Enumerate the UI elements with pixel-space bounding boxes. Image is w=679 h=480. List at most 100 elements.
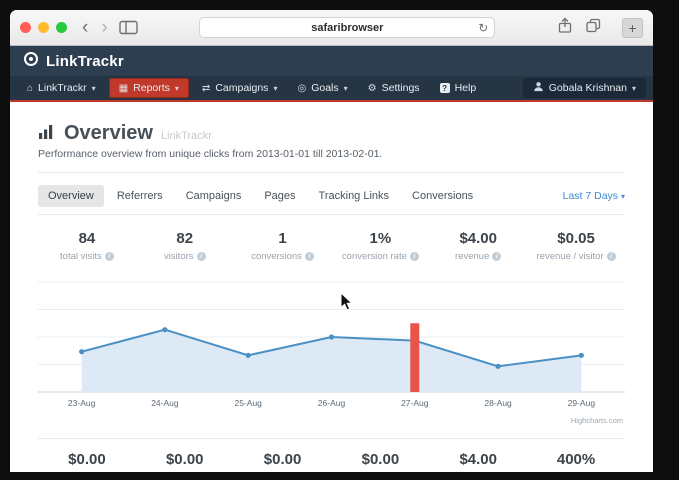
nav-item-linktrackr[interactable]: ⌂ LinkTrackr ▾: [17, 76, 106, 100]
page-content: Overview LinkTrackr Performance overview…: [10, 102, 653, 472]
stat-value: 82: [136, 230, 234, 247]
info-icon[interactable]: i: [607, 252, 616, 261]
home-icon: ⌂: [27, 83, 33, 94]
info-icon[interactable]: i: [305, 252, 314, 261]
nav-label: LinkTrackr: [38, 82, 87, 94]
mouse-cursor: [340, 292, 353, 316]
nav-label: Campaigns: [215, 82, 268, 94]
nav-spacer: [486, 76, 523, 100]
stat-value: $0.00: [136, 451, 234, 468]
nav-label: Goals: [311, 82, 338, 94]
shuffle-icon: ⇄: [202, 83, 210, 94]
page-title: Overview: [64, 122, 153, 145]
address-bar-wrap: safaribrowser ↻: [147, 17, 548, 38]
info-icon[interactable]: i: [105, 252, 114, 261]
user-menu[interactable]: Gobala Krishnan ▾: [523, 78, 646, 98]
browser-window: ‹ › safaribrowser ↻: [10, 10, 653, 472]
browser-toolbar: ‹ › safaribrowser ↻: [10, 10, 653, 46]
forward-icon[interactable]: ›: [99, 18, 109, 37]
stat-cost-per-visit: $0.00 cost / visiti: [136, 451, 234, 472]
page-title-suffix: LinkTrackr: [161, 130, 212, 142]
nav-label: Settings: [382, 82, 420, 94]
zoom-window-icon[interactable]: [56, 22, 67, 33]
sidebar-toggle-icon[interactable]: [119, 20, 138, 35]
nav-item-campaigns[interactable]: ⇄ Campaigns ▾: [192, 76, 288, 100]
tab-referrers[interactable]: Referrers: [107, 185, 173, 207]
report-tabs: Overview Referrers Campaigns Pages Track…: [38, 185, 625, 207]
stat-label: revenue / visitor: [537, 251, 604, 262]
stat-revenue-per-visitor: $0.05 revenue / visitori: [527, 230, 625, 262]
main-nav: ⌂ LinkTrackr ▾ ▦ Reports ▾ ⇄ Campaigns ▾…: [10, 76, 653, 102]
chevron-down-icon: ▾: [344, 84, 348, 93]
tab-overview-icon[interactable]: [585, 17, 602, 38]
stat-conversions: 1 conversionsi: [234, 230, 332, 262]
stat-revenue: $4.00 revenuei: [429, 230, 527, 262]
target-icon: ◎: [297, 83, 306, 94]
app-header: LinkTrackr: [10, 46, 653, 76]
svg-text:27-Aug: 27-Aug: [401, 398, 429, 408]
tab-campaigns[interactable]: Campaigns: [176, 185, 252, 207]
screen-frame: ‹ › safaribrowser ↻: [0, 0, 679, 480]
stat-label: conversions: [251, 251, 302, 262]
reports-icon: ▦: [119, 83, 128, 94]
chevron-down-icon: ▾: [273, 84, 277, 93]
brand-name[interactable]: LinkTrackr: [46, 53, 124, 70]
toolbar-right: +: [557, 17, 643, 39]
stat-value: 1: [234, 230, 332, 247]
stat-cpa: $0.00 cpai: [331, 451, 429, 472]
tab-tracking-links[interactable]: Tracking Links: [309, 185, 400, 207]
tab-conversions[interactable]: Conversions: [402, 185, 483, 207]
nav-label: Reports: [133, 82, 170, 94]
tab-pages[interactable]: Pages: [254, 185, 305, 207]
stat-value: 84: [38, 230, 136, 247]
page-head: Overview LinkTrackr: [38, 122, 625, 145]
tab-overview[interactable]: Overview: [38, 185, 104, 207]
stat-value: $0.00: [331, 451, 429, 468]
stat-conversion-rate: 1% conversion ratei: [331, 230, 429, 262]
date-range-label: Last 7 Days: [563, 190, 618, 202]
chevron-down-icon: ▾: [632, 84, 636, 93]
stat-label: conversion rate: [342, 251, 407, 262]
window-controls: [20, 22, 67, 33]
svg-text:24-Aug: 24-Aug: [151, 398, 179, 408]
stat-value: $0.00: [38, 451, 136, 468]
stat-value: $4.00: [429, 230, 527, 247]
close-window-icon[interactable]: [20, 22, 31, 33]
svg-text:Highcharts.com: Highcharts.com: [571, 416, 623, 425]
user-icon: [533, 81, 544, 95]
chevron-down-icon: ▾: [92, 84, 96, 93]
share-icon[interactable]: [557, 17, 573, 39]
svg-text:29-Aug: 29-Aug: [568, 398, 596, 408]
nav-item-settings[interactable]: ⚙ Settings: [358, 76, 430, 100]
stat-value: $0.05: [527, 230, 625, 247]
new-tab-button[interactable]: +: [622, 18, 643, 38]
chevron-down-icon: ▾: [175, 84, 179, 93]
stat-total-visits: 84 total visitsi: [38, 230, 136, 262]
clicks-chart: 23-Aug24-Aug25-Aug26-Aug27-Aug28-Aug29-A…: [38, 274, 625, 426]
linktrackr-logo-icon[interactable]: [23, 51, 39, 72]
gear-icon: ⚙: [368, 83, 377, 94]
reload-icon[interactable]: ↻: [478, 21, 488, 35]
divider: [38, 172, 625, 173]
svg-text:23-Aug: 23-Aug: [68, 398, 96, 408]
nav-item-reports[interactable]: ▦ Reports ▾: [109, 78, 189, 98]
svg-text:26-Aug: 26-Aug: [318, 398, 346, 408]
info-icon[interactable]: i: [197, 252, 206, 261]
nav-item-help[interactable]: ? Help: [430, 76, 487, 100]
back-icon[interactable]: ‹: [80, 18, 90, 37]
stat-cost-per-day: $0.00 cost / dayi: [234, 451, 332, 472]
stat-label: visitors: [164, 251, 194, 262]
stats-row-bottom: $0.00 total costi $0.00 cost / visiti $0…: [38, 451, 625, 472]
chevron-down-icon: ▾: [621, 192, 625, 201]
stat-roi: 400% roii: [527, 451, 625, 472]
date-range-selector[interactable]: Last 7 Days ▾: [563, 190, 625, 202]
stat-profit: $4.00 profiti: [429, 451, 527, 472]
minimize-window-icon[interactable]: [38, 22, 49, 33]
stat-value: $0.00: [234, 451, 332, 468]
address-bar[interactable]: safaribrowser ↻: [199, 17, 495, 38]
nav-item-goals[interactable]: ◎ Goals ▾: [287, 76, 357, 100]
info-icon[interactable]: i: [410, 252, 419, 261]
info-icon[interactable]: i: [492, 252, 501, 261]
stat-label: revenue: [455, 251, 489, 262]
visits-chart-panel: 23-Aug24-Aug25-Aug26-Aug27-Aug28-Aug29-A…: [38, 274, 625, 426]
